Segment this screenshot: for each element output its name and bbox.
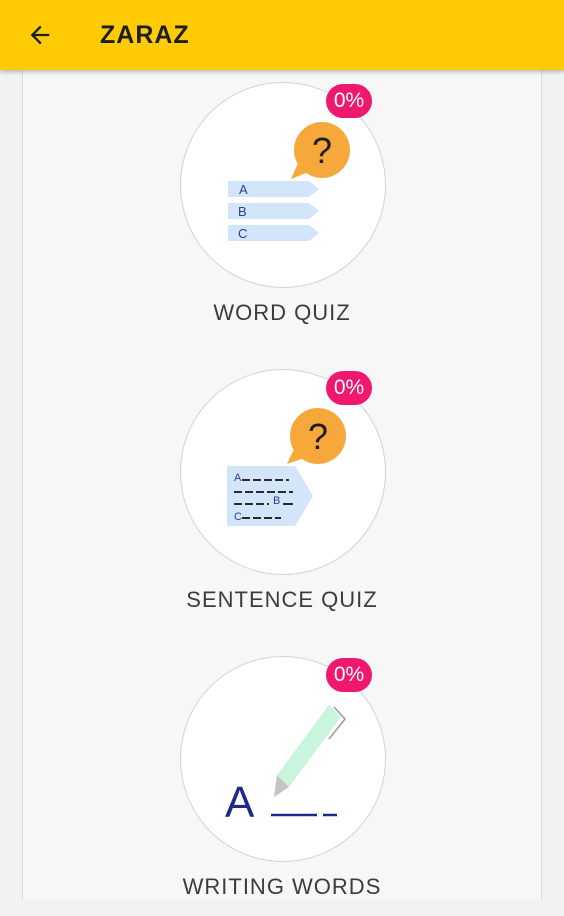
svg-text:A: A [225, 778, 255, 827]
svg-text:A: A [239, 182, 248, 197]
svg-text:B: B [273, 495, 280, 507]
question-bubble-icon: ? [287, 408, 346, 464]
item-label: WRITING WORDS [182, 874, 382, 899]
sentence-card: A B C [227, 466, 313, 526]
writing-words-card[interactable]: A 0% WRITING WORDS [0, 656, 564, 916]
question-bubble-icon: ? [291, 122, 350, 179]
progress-badge: 0% [326, 658, 372, 692]
options-list: A B C [228, 181, 319, 241]
word-quiz-card[interactable]: A B C ? 0% WORD QUIZ [0, 82, 564, 342]
progress-badge: 0% [326, 371, 372, 405]
svg-text:?: ? [312, 130, 332, 171]
arrow-back-icon [26, 21, 54, 49]
app-bar: ZARAZ [0, 0, 564, 70]
svg-text:A: A [234, 472, 242, 484]
pen-icon [274, 705, 346, 797]
page-title: ZARAZ [100, 21, 190, 49]
item-label: SENTENCE QUIZ [186, 587, 378, 612]
svg-text:C: C [238, 226, 247, 241]
svg-text:B: B [238, 204, 247, 219]
progress-badge: 0% [326, 84, 372, 118]
svg-text:?: ? [308, 416, 328, 457]
svg-text:C: C [234, 511, 242, 523]
item-label: WORD QUIZ [213, 300, 351, 325]
back-button[interactable] [20, 15, 60, 55]
sentence-quiz-card[interactable]: A B C ? 0% SENTENCE QUIZ [0, 369, 564, 629]
